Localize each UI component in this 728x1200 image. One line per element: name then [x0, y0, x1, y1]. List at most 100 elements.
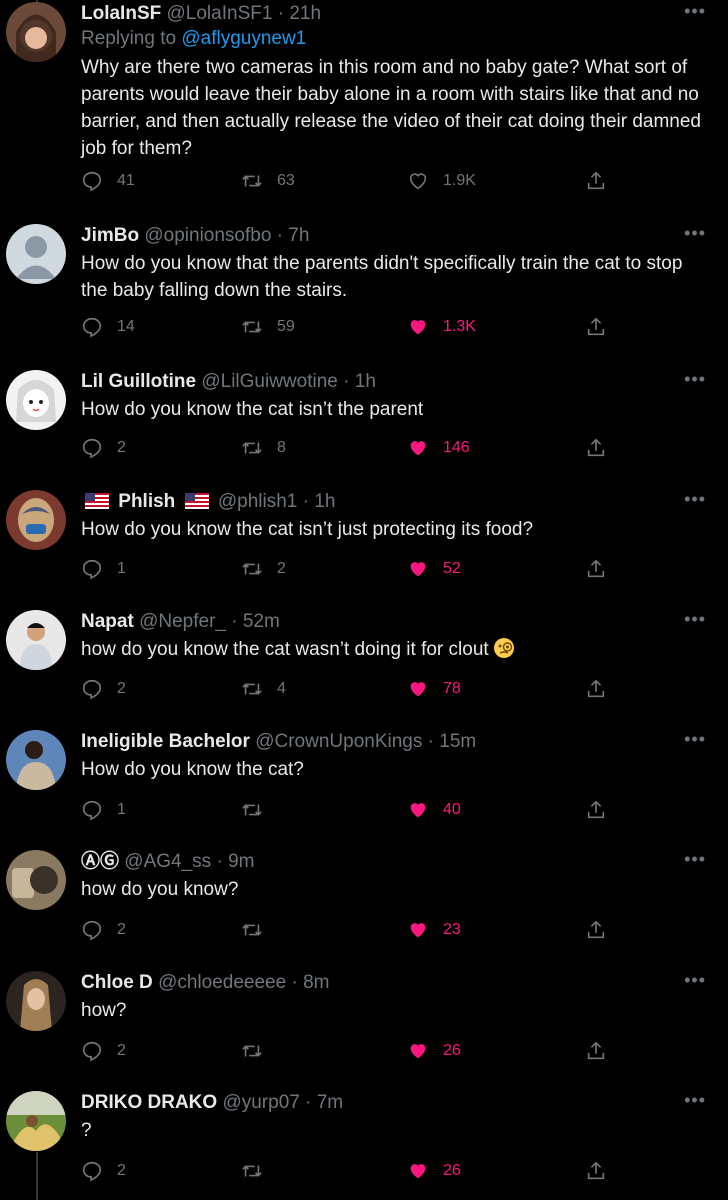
share-button[interactable]	[585, 797, 621, 823]
display-name[interactable]: Napat	[81, 611, 134, 632]
retweet-button[interactable]: 8	[241, 435, 286, 461]
avatar[interactable]	[6, 370, 66, 430]
more-options-icon[interactable]: •••	[684, 1091, 706, 1109]
more-options-icon[interactable]: •••	[684, 224, 706, 242]
like-button[interactable]: 1.9K	[407, 168, 476, 194]
share-button[interactable]	[585, 1038, 621, 1064]
reply-button[interactable]: 1	[81, 797, 126, 823]
share-button[interactable]	[585, 556, 621, 582]
reply-icon	[82, 1041, 102, 1062]
display-name[interactable]: Chloe D	[81, 972, 153, 993]
separator: ·	[427, 731, 434, 752]
avatar[interactable]	[6, 224, 66, 284]
tweet-text: How do you know that the parents didn't …	[81, 253, 683, 301]
share-icon	[587, 438, 605, 457]
display-name[interactable]: ⒶⒼ	[81, 851, 119, 872]
retweet-button[interactable]	[241, 1038, 277, 1064]
timestamp[interactable]: 1h	[355, 371, 376, 392]
reply-button[interactable]: 2	[81, 917, 126, 943]
reply-button[interactable]: 2	[81, 1038, 126, 1064]
avatar[interactable]	[6, 971, 66, 1031]
user-handle[interactable]: @phlish1	[218, 491, 298, 512]
share-button[interactable]	[585, 676, 621, 702]
timestamp[interactable]: 8m	[303, 972, 329, 993]
reply-icon	[82, 317, 102, 338]
user-handle[interactable]: @yurp07	[222, 1092, 299, 1113]
avatar[interactable]	[6, 1091, 66, 1151]
more-options-icon[interactable]: •••	[684, 2, 706, 20]
retweet-button[interactable]	[241, 917, 277, 943]
reply-button[interactable]: 2	[81, 435, 126, 461]
retweet-button[interactable]	[241, 797, 277, 823]
tweet-actions: 2 26	[81, 1038, 611, 1064]
retweet-count: 63	[277, 172, 295, 189]
timestamp[interactable]: 52m	[243, 611, 280, 632]
reply-button[interactable]: 41	[81, 168, 135, 194]
like-button[interactable]: 26	[407, 1158, 461, 1184]
retweet-icon	[242, 442, 262, 454]
avatar[interactable]	[6, 490, 66, 550]
more-options-icon[interactable]: •••	[684, 730, 706, 748]
user-handle[interactable]: @opinionsofbo	[144, 225, 271, 246]
avatar[interactable]	[6, 610, 66, 670]
like-button[interactable]: 52	[407, 556, 461, 582]
user-handle[interactable]: @Nepfer_	[139, 611, 226, 632]
timestamp[interactable]: 9m	[228, 851, 254, 872]
display-name[interactable]: Lil Guillotine	[81, 371, 196, 392]
tweet-header: ⒶⒼ @AG4_ss · 9m	[81, 850, 708, 874]
more-options-icon[interactable]: •••	[684, 850, 706, 868]
timestamp[interactable]: 7m	[317, 1092, 343, 1113]
timestamp[interactable]: 7h	[288, 225, 309, 246]
share-button[interactable]	[585, 314, 621, 340]
tweet-actions: 1 40	[81, 797, 611, 823]
heart-filled-icon	[410, 923, 426, 938]
more-options-icon[interactable]: •••	[684, 490, 706, 508]
share-button[interactable]	[585, 435, 621, 461]
avatar[interactable]	[6, 850, 66, 910]
user-handle[interactable]: @LolaInSF1	[167, 3, 273, 24]
tweet-text: How do you know the cat isn’t just prote…	[81, 519, 534, 540]
reply-button[interactable]: 14	[81, 314, 135, 340]
tweet-text: How do you know the cat isn’t the parent	[81, 399, 424, 420]
display-name[interactable]: JimBo	[81, 225, 139, 246]
user-handle[interactable]: @LilGuiwwotine	[201, 371, 338, 392]
like-button[interactable]: 1.3K	[407, 314, 476, 340]
separator: ·	[231, 611, 238, 632]
share-button[interactable]	[585, 1158, 621, 1184]
like-button[interactable]: 23	[407, 917, 461, 943]
display-name[interactable]: Phlish	[118, 491, 175, 512]
reply-icon	[82, 920, 102, 941]
replying-to-handle[interactable]: @aflyguynew1	[181, 28, 306, 49]
share-icon	[587, 1161, 605, 1180]
avatar[interactable]	[6, 730, 66, 790]
timestamp[interactable]: 21h	[289, 3, 321, 24]
more-options-icon[interactable]: •••	[684, 370, 706, 388]
display-name[interactable]: Ineligible Bachelor	[81, 731, 250, 752]
more-options-icon[interactable]: •••	[684, 971, 706, 989]
share-button[interactable]	[585, 917, 621, 943]
like-button[interactable]: 146	[407, 435, 470, 461]
retweet-icon	[242, 321, 262, 333]
retweet-button[interactable]: 59	[241, 314, 295, 340]
retweet-button[interactable]: 2	[241, 556, 286, 582]
retweet-button[interactable]: 63	[241, 168, 295, 194]
retweet-button[interactable]	[241, 1158, 277, 1184]
like-button[interactable]: 78	[407, 676, 461, 702]
user-handle[interactable]: @chloedeeeee	[158, 972, 286, 993]
user-handle[interactable]: @CrownUponKings	[255, 731, 422, 752]
like-button[interactable]: 40	[407, 797, 461, 823]
share-button[interactable]	[585, 168, 621, 194]
avatar[interactable]	[6, 2, 66, 62]
reply-button[interactable]: 1	[81, 556, 126, 582]
display-name[interactable]: DRIKO DRAKO	[81, 1092, 217, 1113]
reply-button[interactable]: 2	[81, 1158, 126, 1184]
retweet-button[interactable]: 4	[241, 676, 286, 702]
like-button[interactable]: 26	[407, 1038, 461, 1064]
tweet-header: Lil Guillotine @LilGuiwwotine · 1h	[81, 370, 708, 394]
reply-button[interactable]: 2	[81, 676, 126, 702]
user-handle[interactable]: @AG4_ss	[124, 851, 211, 872]
more-options-icon[interactable]: •••	[684, 610, 706, 628]
timestamp[interactable]: 1h	[314, 491, 335, 512]
timestamp[interactable]: 15m	[439, 731, 476, 752]
display-name[interactable]: LolaInSF	[81, 3, 161, 24]
